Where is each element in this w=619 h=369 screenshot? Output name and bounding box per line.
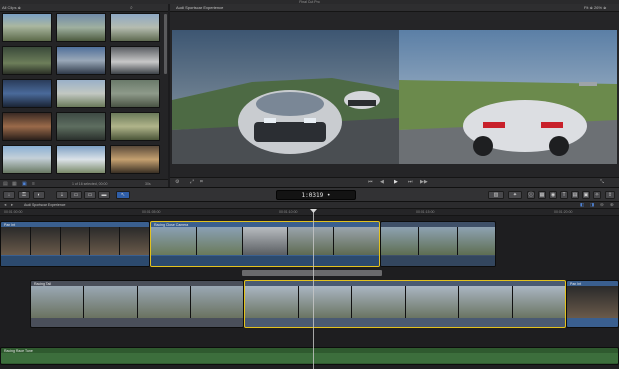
clip-thumbnail[interactable] bbox=[2, 112, 52, 141]
generators-button[interactable]: ▤ bbox=[571, 191, 579, 199]
racing-close-clip-tail[interactable] bbox=[380, 221, 496, 267]
racing-close-clip[interactable]: Racing Close Camera bbox=[150, 221, 380, 267]
ruler-tick: 00:01:00:00 bbox=[4, 210, 23, 214]
interview-clip-2[interactable]: Pan Int bbox=[566, 280, 619, 328]
audio-waveform bbox=[381, 256, 495, 266]
next-edit-button[interactable]: ⏭ bbox=[408, 179, 413, 185]
clip-thumbnail[interactable] bbox=[110, 13, 160, 42]
ruler-tick: 00:01:20:00 bbox=[554, 210, 573, 214]
fast-forward-button[interactable]: ▶▶ bbox=[420, 179, 428, 185]
import-button[interactable]: ↓ bbox=[3, 191, 15, 199]
ruler-tick: 00:01:15:00 bbox=[416, 210, 435, 214]
timeline-header: ◂ ▸ Audi Sportscar Experience ◧ ◨ ⊖ ⊕ bbox=[0, 202, 619, 209]
clip-thumbnail[interactable] bbox=[56, 112, 106, 141]
interview-clip[interactable]: Pan Int bbox=[0, 221, 150, 267]
rewind-button[interactable]: ◀ bbox=[380, 179, 384, 185]
viewer-header: Audi Sportscar Experience Fit ≑ 26% ≑ bbox=[170, 4, 619, 12]
clip-thumbnail[interactable] bbox=[2, 79, 52, 108]
enhancements-button[interactable]: ✦ bbox=[508, 191, 522, 199]
event-browser: All Clips ≑ ⌕ ▤ ▦ ▣ ≡ 1 of 16 selected, … bbox=[0, 4, 168, 188]
clip-thumbnail[interactable] bbox=[110, 46, 160, 75]
select-tool-button[interactable]: ↖ bbox=[116, 191, 130, 199]
timecode-value: 1:0319 bbox=[301, 192, 324, 199]
clip-thumbnail[interactable] bbox=[2, 13, 52, 42]
themes-button[interactable]: ▣ bbox=[582, 191, 590, 199]
keyword-button[interactable]: ⚿ bbox=[18, 191, 30, 199]
viewer-footer: ⚙ ⤢ ⌗ ⏮ ◀ ▶ ⏭ ▶▶ ⤡ bbox=[170, 177, 619, 187]
duration-setting[interactable]: 30s bbox=[145, 182, 151, 186]
racing-tail-clip[interactable]: Racing Tail bbox=[30, 280, 244, 328]
main-toolbar: ↓ ⚿ ◐ ⇣ ▭ ▭ ▬ ↖ 1:0319 • ▥ ✦ ⓘ ▦ ◉ T ▤ ▣… bbox=[0, 187, 619, 202]
viewer: Audi Sportscar Experience Fit ≑ 26% ≑ ⚙ … bbox=[170, 4, 619, 187]
audio-waveform bbox=[151, 256, 379, 266]
titles-button[interactable]: T bbox=[560, 191, 568, 199]
snapping-icon[interactable]: ◧ bbox=[580, 202, 584, 208]
clip-thumbnail[interactable] bbox=[2, 46, 52, 75]
transform-icon[interactable]: ⌗ bbox=[200, 179, 203, 185]
viewer-title: Audi Sportscar Experience bbox=[176, 5, 224, 10]
clip-grid bbox=[2, 13, 164, 181]
timeline: Pan Int Racing Close Camera Racing Tail … bbox=[0, 216, 619, 369]
clip-thumbnail[interactable] bbox=[56, 145, 106, 174]
effects-button[interactable]: ✧ bbox=[593, 191, 601, 199]
fullscreen-toggle-icon[interactable]: ⤡ bbox=[600, 179, 604, 185]
insert-edit-button[interactable]: ▭ bbox=[70, 191, 82, 199]
viewer-settings-icon[interactable]: ⚙ bbox=[175, 179, 179, 185]
solo-icon[interactable]: ◨ bbox=[590, 202, 594, 208]
clip-thumbnail[interactable] bbox=[110, 79, 160, 108]
ruler-tick: 00:01:10:00 bbox=[279, 210, 298, 214]
playhead[interactable] bbox=[313, 209, 314, 369]
connect-edit-button[interactable]: ⇣ bbox=[56, 191, 68, 199]
append-edit-button[interactable]: ▭ bbox=[84, 191, 96, 199]
clip-thumbnail[interactable] bbox=[56, 79, 106, 108]
clip-thumbnail[interactable] bbox=[56, 46, 106, 75]
zoom-icon[interactable]: ⊖ bbox=[600, 202, 604, 208]
clip-thumbnail[interactable] bbox=[56, 13, 106, 42]
timeline-ruler[interactable]: 00:01:00:00 00:01:05:00 00:01:10:00 00:0… bbox=[0, 209, 619, 216]
fullscreen-icon[interactable]: ⤢ bbox=[190, 179, 194, 185]
audio-waveform bbox=[1, 353, 618, 363]
search-icon[interactable]: ⌕ bbox=[130, 5, 133, 11]
overwrite-edit-button[interactable]: ▬ bbox=[98, 191, 110, 199]
zoom-menu[interactable]: Fit ≑ 26% ≑ bbox=[584, 5, 607, 10]
clip-thumbnail[interactable] bbox=[110, 145, 160, 174]
timecode-indicator: • bbox=[326, 192, 331, 199]
video-frame-left bbox=[172, 30, 399, 164]
project-title: Audi Sportscar Experience bbox=[24, 203, 66, 207]
analyze-button[interactable]: ◐ bbox=[33, 191, 45, 199]
share-button[interactable]: ⇪ bbox=[605, 191, 615, 199]
previous-edit-button[interactable]: ⏮ bbox=[368, 179, 373, 185]
timeline-forward-icon[interactable]: ▸ bbox=[11, 202, 13, 208]
ruler-tick: 00:01:05:00 bbox=[142, 210, 161, 214]
inspector-button[interactable]: ⓘ bbox=[527, 191, 535, 199]
browser-header: All Clips ≑ ⌕ bbox=[0, 4, 168, 12]
browser-scrollbar[interactable] bbox=[164, 14, 167, 74]
timeline-back-icon[interactable]: ◂ bbox=[4, 202, 6, 208]
video-frame-right bbox=[399, 30, 617, 164]
range-selection-bar[interactable] bbox=[242, 270, 382, 276]
timecode-display[interactable]: 1:0319 • bbox=[276, 190, 356, 200]
photos-button[interactable]: ◉ bbox=[549, 191, 557, 199]
audio-meter-button[interactable]: ▥ bbox=[488, 191, 504, 199]
library-button[interactable]: ▦ bbox=[538, 191, 546, 199]
selection-status: 1 of 16 selected, 00:00 bbox=[72, 182, 108, 186]
clip-filter-menu[interactable]: All Clips ≑ bbox=[2, 5, 21, 10]
music-audio-clip[interactable]: Racing Race Tune bbox=[0, 347, 619, 365]
racing-selected-clip[interactable] bbox=[244, 280, 566, 328]
play-button[interactable]: ▶ bbox=[394, 179, 398, 185]
audio-waveform bbox=[1, 256, 149, 266]
clip-thumbnail[interactable] bbox=[2, 145, 52, 174]
clip-thumbnail[interactable] bbox=[110, 112, 160, 141]
zoom-in-icon[interactable]: ⊕ bbox=[610, 202, 614, 208]
